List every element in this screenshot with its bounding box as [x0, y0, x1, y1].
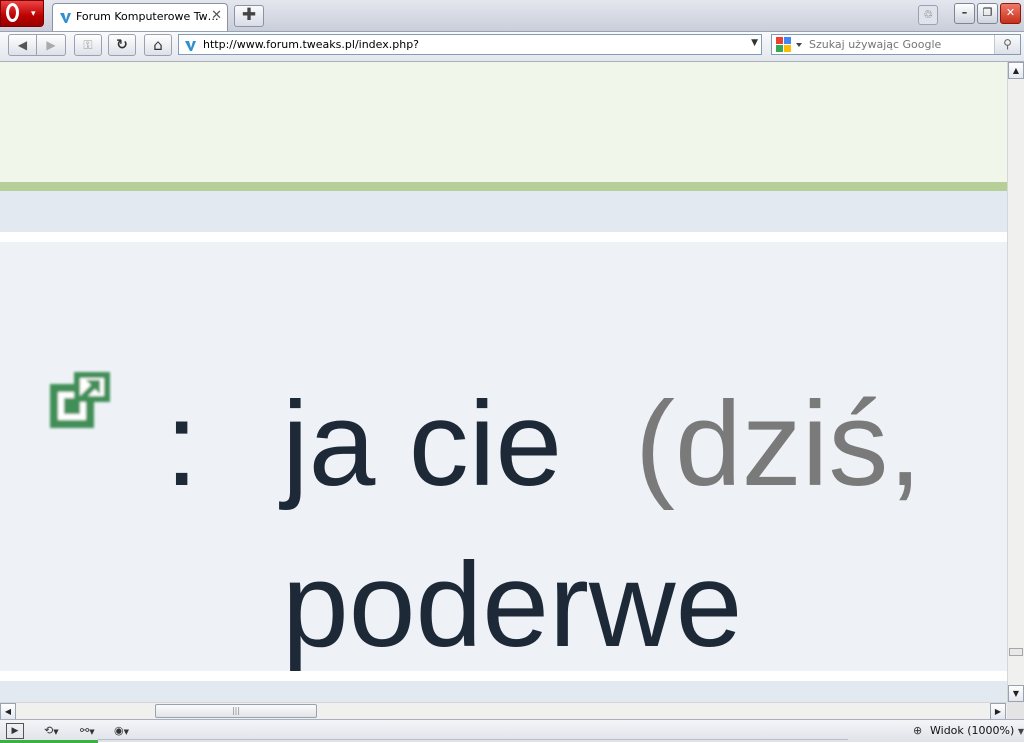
reload-icon: ↻: [116, 37, 128, 53]
panel-toggle-icon[interactable]: ▶: [6, 723, 24, 739]
address-dropdown-icon[interactable]: ▼: [751, 38, 758, 48]
scroll-up-button[interactable]: ▲: [1008, 62, 1024, 79]
horizontal-scrollbar[interactable]: ◀ ||| ▶: [0, 702, 1007, 720]
tab-close-icon[interactable]: ✕: [211, 8, 222, 23]
back-button[interactable]: ◀: [8, 34, 37, 56]
address-bar[interactable]: http://www.forum.tweaks.pl/index.php? ▼: [178, 34, 762, 55]
vertical-scroll-thumb[interactable]: [1009, 648, 1023, 656]
speed-dial-icon[interactable]: ◉▼: [114, 723, 129, 739]
post-title-line1[interactable]: ja cie: [282, 384, 562, 504]
restore-button[interactable]: ❐: [977, 3, 998, 24]
window-close-button[interactable]: ✕: [1000, 3, 1021, 24]
opera-logo-icon: [6, 3, 19, 22]
horizontal-scroll-thumb[interactable]: |||: [155, 704, 317, 718]
forum-header: [0, 62, 1007, 182]
tab-forum[interactable]: Forum Komputerowe Tw… ✕: [52, 3, 228, 31]
magnifier-icon: ⚲: [1003, 37, 1012, 51]
unite-icon[interactable]: ⚯▼: [80, 723, 95, 739]
home-icon: ⌂: [153, 36, 163, 54]
arrow-up-icon: ▲: [1012, 66, 1020, 75]
search-box: ⚲: [771, 34, 1021, 55]
post-separator: :: [165, 377, 199, 511]
arrow-down-icon: ▼: [1012, 689, 1020, 698]
scroll-down-button[interactable]: ▼: [1008, 685, 1024, 702]
vertical-scrollbar[interactable]: ▲ ▼: [1007, 62, 1024, 702]
status-bar: ▶ ⟲▼ ⚯▼ ◉▼ ⊕ Widok (1000%) ▼: [0, 719, 1024, 743]
page-viewport: : ja cie (dziś, poderwe: [0, 62, 1007, 702]
grip-icon: |||: [231, 706, 241, 715]
site-favicon-icon: [60, 13, 71, 23]
arrow-left-icon: ◀: [4, 707, 12, 716]
search-engine-selector[interactable]: [774, 36, 806, 53]
back-arrow-icon: ◀: [17, 38, 28, 52]
google-icon: [776, 37, 802, 52]
header-divider: [0, 182, 1007, 191]
reload-button[interactable]: ↻: [108, 34, 136, 56]
search-input[interactable]: [809, 37, 989, 52]
forward-button[interactable]: ▶: [37, 34, 66, 56]
trash-icon[interactable]: ♲: [918, 5, 938, 25]
new-tab-button[interactable]: ✚: [234, 5, 264, 27]
home-button[interactable]: ⌂: [144, 34, 172, 56]
url-text[interactable]: http://www.forum.tweaks.pl/index.php?: [203, 38, 419, 51]
scrollbar-corner: [1007, 702, 1024, 719]
scroll-left-button[interactable]: ◀: [0, 703, 16, 720]
tab-title: Forum Komputerowe Tw…: [76, 10, 219, 23]
zoom-level-text: Widok (1000%): [930, 724, 1015, 737]
forward-arrow-icon: ▶: [46, 38, 56, 52]
tab-bar: ▾ Forum Komputerowe Tw… ✕ ✚ ♲ – ❐ ✕: [0, 0, 1024, 32]
minimize-button[interactable]: –: [954, 3, 975, 24]
chevron-down-icon: ▾: [31, 9, 36, 19]
opera-menu-button[interactable]: ▾: [0, 0, 44, 27]
scroll-right-button[interactable]: ▶: [990, 703, 1006, 720]
zoom-icon[interactable]: ⊕: [913, 723, 922, 739]
post-date: (dziś,: [635, 377, 922, 511]
zoom-dropdown-icon[interactable]: ▼: [1018, 727, 1024, 736]
status-segment: [98, 739, 848, 743]
post-title-line2[interactable]: poderwe: [282, 545, 742, 665]
forum-footer-strip: [0, 681, 1007, 702]
zoom-level[interactable]: Widok (1000%) ▼: [930, 724, 1024, 737]
forum-nav-strip: [0, 191, 1007, 232]
key-icon: ⚿: [83, 38, 93, 52]
site-favicon-icon: [185, 41, 196, 51]
new-window-icon[interactable]: [48, 368, 112, 432]
arrow-right-icon: ▶: [994, 707, 1002, 716]
sync-icon[interactable]: ⟲▼: [44, 723, 59, 739]
wand-button[interactable]: ⚿: [74, 34, 102, 56]
search-go-button[interactable]: ⚲: [994, 35, 1020, 54]
